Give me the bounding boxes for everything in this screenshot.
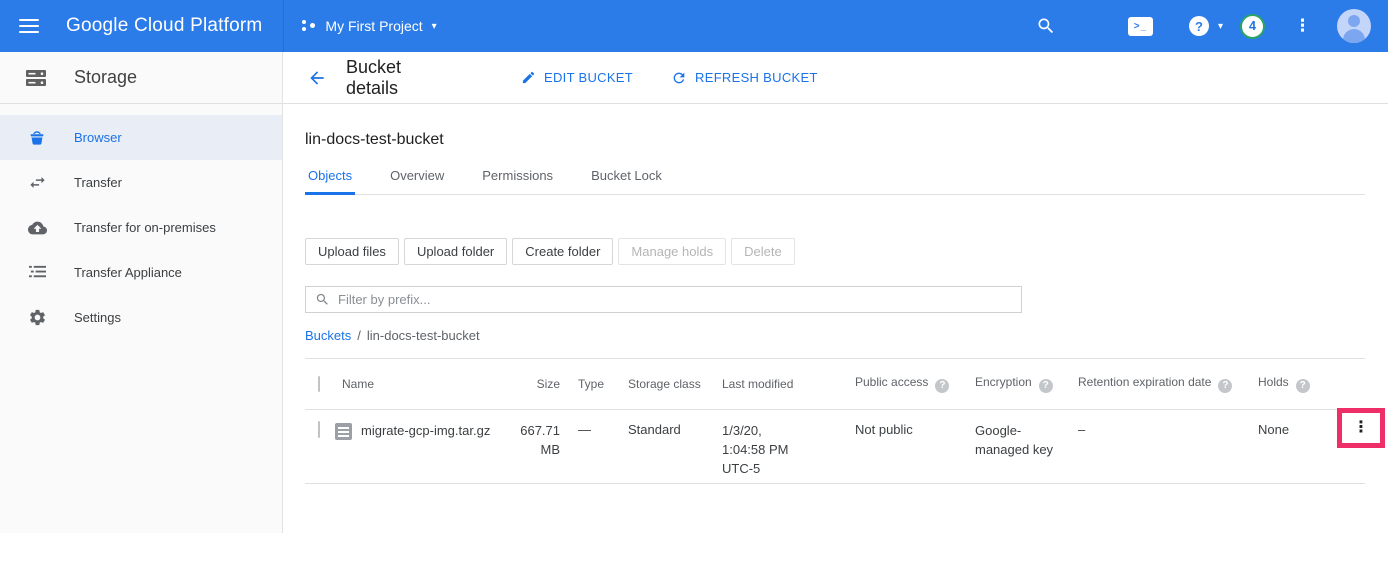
sidebar-nav: Browser Transfer Transfer for on-premise…	[0, 104, 282, 340]
help-icon[interactable]: ?	[1296, 379, 1310, 393]
filter-input[interactable]	[338, 292, 1012, 307]
column-name[interactable]: Name	[335, 377, 505, 391]
cell-type: —	[560, 410, 628, 483]
chevron-down-icon: ▾	[1218, 21, 1223, 32]
manage-holds-button: Manage holds	[618, 238, 726, 265]
cell-public-access: Not public	[855, 410, 975, 483]
column-storage-class[interactable]: Storage class	[628, 377, 722, 391]
create-folder-button[interactable]: Create folder	[512, 238, 613, 265]
swap-arrows-icon	[27, 173, 47, 192]
tab-permissions[interactable]: Permissions	[479, 168, 556, 194]
sidebar: Storage Browser Transfer Transfer for on…	[0, 52, 283, 533]
page-header: Bucket details EDIT BUCKET REFRESH BUCKE…	[283, 52, 1388, 104]
sidebar-item-label: Transfer Appliance	[74, 265, 182, 280]
tab-objects[interactable]: Objects	[305, 168, 355, 195]
sidebar-item-label: Settings	[74, 310, 121, 325]
help-icon: ?	[1189, 16, 1209, 36]
object-name-link[interactable]: migrate-gcp-img.tar.gz	[361, 422, 490, 438]
tab-bar: Objects Overview Permissions Bucket Lock	[305, 168, 1365, 195]
sidebar-item-settings[interactable]: Settings	[0, 295, 282, 340]
sidebar-item-label: Browser	[74, 130, 122, 145]
top-bar: Google Cloud Platform My First Project ▾…	[0, 0, 1388, 52]
menu-icon[interactable]	[19, 15, 39, 37]
cell-encryption: Google- managed key	[975, 410, 1078, 483]
annotation-highlight-box: ⋮	[1337, 408, 1385, 448]
appliance-list-icon	[27, 264, 47, 281]
help-icon[interactable]: ?	[1039, 379, 1053, 393]
gear-icon	[27, 308, 47, 327]
breadcrumb-buckets-link[interactable]: Buckets	[305, 328, 351, 343]
object-actions: Upload files Upload folder Create folder…	[305, 238, 1385, 265]
column-retention[interactable]: Retention expiration date?	[1078, 375, 1258, 393]
cell-last-modified: 1/3/20, 1:04:58 PM UTC-5	[722, 410, 855, 483]
refresh-icon	[671, 70, 687, 86]
column-encryption[interactable]: Encryption?	[975, 375, 1078, 393]
topbar-divider	[283, 0, 284, 52]
table-row: migrate-gcp-img.tar.gz 667.71 MB — Stand…	[305, 410, 1385, 483]
back-arrow-icon[interactable]	[305, 66, 329, 90]
main-panel: Bucket details EDIT BUCKET REFRESH BUCKE…	[283, 52, 1388, 533]
product-logo: Google Cloud Platform	[66, 15, 262, 37]
cell-holds: None	[1258, 410, 1337, 483]
column-holds[interactable]: Holds?	[1258, 375, 1337, 393]
filter-field[interactable]	[305, 286, 1022, 313]
refresh-bucket-button[interactable]: REFRESH BUCKET	[671, 70, 818, 86]
column-public-access[interactable]: Public access?	[855, 375, 975, 393]
project-icon	[302, 19, 316, 33]
cell-retention: –	[1078, 410, 1258, 483]
sidebar-item-transfer-on-premises[interactable]: Transfer for on-premises	[0, 205, 282, 250]
row-checkbox[interactable]	[318, 421, 320, 438]
avatar[interactable]	[1337, 9, 1371, 43]
breadcrumb-current: lin-docs-test-bucket	[367, 328, 480, 343]
breadcrumb: Buckets/lin-docs-test-bucket	[305, 328, 1385, 343]
bucket-name-title: lin-docs-test-bucket	[305, 131, 1385, 149]
sidebar-item-label: Transfer	[74, 175, 122, 190]
select-all-checkbox[interactable]	[318, 376, 320, 392]
edit-bucket-button[interactable]: EDIT BUCKET	[521, 70, 633, 85]
help-icon[interactable]: ?	[935, 379, 949, 393]
cloud-shell-icon[interactable]: >_	[1128, 17, 1153, 36]
sidebar-item-browser[interactable]: Browser	[0, 115, 282, 160]
search-icon[interactable]	[1036, 16, 1056, 36]
row-menu-kebab-icon[interactable]: ⋮	[1353, 420, 1369, 436]
project-selector[interactable]: My First Project ▾	[302, 18, 436, 34]
help-icon[interactable]: ?	[1218, 379, 1232, 393]
delete-button: Delete	[731, 238, 795, 265]
search-icon	[315, 292, 330, 307]
cell-storage-class: Standard	[628, 410, 722, 483]
tab-overview[interactable]: Overview	[387, 168, 447, 194]
tab-bucket-lock[interactable]: Bucket Lock	[588, 168, 665, 194]
upload-files-button[interactable]: Upload files	[305, 238, 399, 265]
sidebar-title: Storage	[74, 67, 137, 88]
project-name: My First Project	[325, 18, 422, 34]
column-type[interactable]: Type	[560, 377, 628, 391]
storage-product-icon	[25, 67, 47, 89]
bucket-icon	[27, 129, 47, 147]
cell-size: 667.71 MB	[505, 410, 560, 483]
pencil-icon	[521, 70, 536, 85]
table-header-row: Name Size Type Storage class Last modifi…	[305, 359, 1385, 409]
more-options-icon[interactable]: ⋮	[1294, 16, 1311, 36]
divider	[305, 483, 1365, 484]
chevron-down-icon: ▾	[432, 21, 437, 32]
sidebar-header: Storage	[0, 52, 282, 104]
page-title: Bucket details	[346, 57, 452, 99]
upload-folder-button[interactable]: Upload folder	[404, 238, 507, 265]
notifications-badge[interactable]: 4	[1240, 14, 1265, 39]
file-icon	[335, 423, 352, 440]
column-size[interactable]: Size	[505, 377, 560, 391]
help-menu[interactable]: ? ▾	[1189, 16, 1223, 36]
cloud-upload-icon	[27, 220, 47, 236]
sidebar-item-transfer[interactable]: Transfer	[0, 160, 282, 205]
column-last-modified[interactable]: Last modified	[722, 377, 855, 391]
sidebar-item-transfer-appliance[interactable]: Transfer Appliance	[0, 250, 282, 295]
sidebar-item-label: Transfer for on-premises	[74, 220, 216, 235]
